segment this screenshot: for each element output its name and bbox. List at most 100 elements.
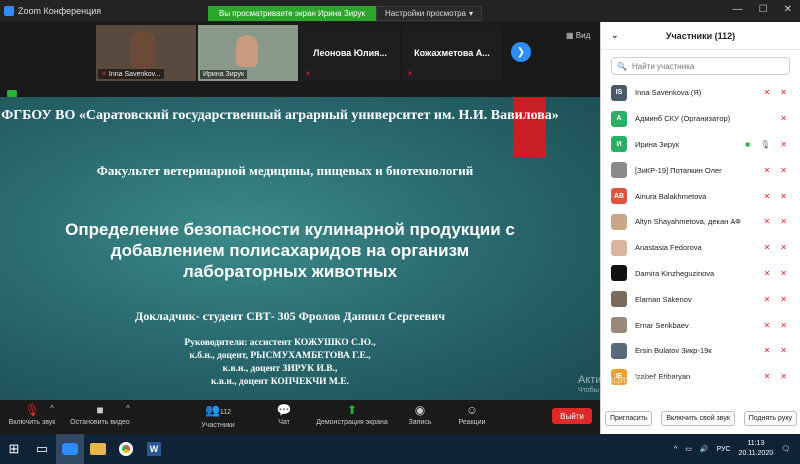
mic-muted-icon: ✕ xyxy=(763,88,771,98)
participants-button[interactable]: 👥112 Участники xyxy=(194,403,242,429)
record-button[interactable]: ◉ Запись xyxy=(404,403,436,426)
start-windows-icon[interactable]: ⊞ xyxy=(0,434,28,464)
avatar: AB xyxy=(611,188,627,205)
taskbar-chrome[interactable] xyxy=(112,434,140,464)
taskbar-explorer[interactable] xyxy=(84,434,112,464)
thumb-status: ✕ xyxy=(302,69,314,79)
chrome-icon xyxy=(119,442,133,456)
maximize-icon[interactable]: ☐ xyxy=(759,4,768,15)
view-button[interactable]: ▦ Вид xyxy=(566,31,590,40)
stop-video-button[interactable]: ■ Остановить видео xyxy=(66,403,134,426)
participant-search[interactable]: 🔍 xyxy=(611,57,790,75)
video-thumb-leonova[interactable]: Леонова Юлия... ✕ xyxy=(300,25,400,81)
participant-name: Izabel' Etibaryan xyxy=(635,372,691,382)
video-thumb-kozhakhmetova[interactable]: Кожахметова А... ✕ xyxy=(402,25,502,81)
mic-muted-icon: ✕ xyxy=(763,320,771,330)
audio-options-caret-icon[interactable]: ^ xyxy=(50,404,54,413)
network-icon[interactable]: ▭ xyxy=(685,445,692,453)
windows-taskbar: ⊞ ▭ W ^ ▭ 🔊 РУС 11:13 20.11.2020 🗨 xyxy=(0,434,800,464)
mic-muted-icon: ✕ xyxy=(763,346,771,356)
raise-hand-button[interactable]: Поднять руку xyxy=(743,410,797,426)
participant-search-input[interactable] xyxy=(631,61,782,71)
avatar xyxy=(611,239,627,256)
sharing-screen-icon: ■ xyxy=(745,139,751,149)
participant-name: Altyn Shayahmetova, декан АФ xyxy=(635,217,741,227)
notifications-icon[interactable]: 🗨 xyxy=(781,445,790,453)
tray-chevron-up-icon[interactable]: ^ xyxy=(674,446,677,453)
participants-count: 112 xyxy=(219,409,232,416)
participant-name: Ersin Bulatov Зикр-19к xyxy=(635,346,712,356)
participants-panel-header: ⌄ Участники (112) xyxy=(601,22,800,50)
mic-muted-icon: ✕ xyxy=(763,268,771,278)
app-title: Zoom Конференция xyxy=(4,6,101,16)
mic-muted-icon: ✕ xyxy=(305,71,311,78)
slide-speaker: Докладчик- студент СВТ- 305 Фролов Дании… xyxy=(135,309,445,323)
participant-status: ✕ ✕ xyxy=(764,243,787,252)
language-indicator[interactable]: РУС xyxy=(717,446,731,453)
collapse-chevron-icon[interactable]: ⌄ xyxy=(611,30,619,41)
participant-row[interactable]: AB Ainura Balakhmetova ✕ ✕ xyxy=(601,183,800,209)
meeting-toolbar: 🎙 Включить звук ^ ■ Остановить видео ^ 👥… xyxy=(0,400,600,434)
record-icon: ◉ xyxy=(414,403,426,417)
video-options-caret-icon[interactable]: ^ xyxy=(126,404,130,413)
chevron-down-icon: ▾ xyxy=(469,9,474,18)
smiley-icon: ☺ xyxy=(465,403,479,417)
chat-button[interactable]: 💬 Чат xyxy=(272,403,296,426)
unmute-self-button[interactable]: Включить свой звук xyxy=(661,410,735,426)
grid-icon: ▦ xyxy=(566,31,574,40)
participant-name: Damira Kinzheguzinova xyxy=(635,268,715,278)
participant-row[interactable]: И Ирина Зирук ■ 🎙 ✕ xyxy=(601,132,800,158)
slide-red-accent xyxy=(513,97,546,157)
view-settings-button[interactable]: Настройки просмотра ▾ xyxy=(376,6,482,21)
participant-row[interactable]: IE Izabel' Etibaryan ✕ ✕ xyxy=(601,364,800,390)
reactions-button[interactable]: ☺ Реакции xyxy=(454,403,490,426)
video-off-icon: ✕ xyxy=(780,165,787,175)
title-bar: Zoom Конференция Вы просматриваете экран… xyxy=(0,0,800,22)
minimize-icon[interactable]: — xyxy=(733,4,743,15)
participant-status: ✕ ✕ xyxy=(764,217,787,226)
participant-list: IS Inna Savenkova (Я) ✕ ✕ А Админб СКУ (Орган… xyxy=(601,80,800,398)
zoom-app-icon xyxy=(62,443,78,455)
taskbar-word[interactable]: W xyxy=(140,434,168,464)
participant-status: ✕ ✕ xyxy=(764,166,787,175)
search-icon: 🔍 xyxy=(617,61,627,71)
invite-button[interactable]: Пригласить xyxy=(605,410,653,426)
taskbar-zoom[interactable] xyxy=(56,434,84,464)
volume-icon[interactable]: 🔊 xyxy=(700,445,709,453)
thumb-big-name: Леонова Юлия... xyxy=(313,48,387,58)
thumb-name: Ирина Зирук xyxy=(200,70,248,79)
slide-organization: ФГБОУ ВО «Саратовский государственный аг… xyxy=(1,108,559,123)
share-banner: Вы просматриваете экран Ирина Зирук xyxy=(208,6,376,21)
participant-row[interactable]: А Админб СКУ (Организатор) ✕ xyxy=(601,106,800,132)
video-off-icon: ✕ xyxy=(780,191,787,201)
video-thumb-irina[interactable]: Ирина Зирук xyxy=(198,25,298,81)
participant-row[interactable]: IS Inna Savenkova (Я) ✕ ✕ xyxy=(601,80,800,106)
slide-supervisors: Руководители: ассистент КОЖУШКО С.Ю., к.… xyxy=(184,338,376,387)
leave-meeting-button[interactable]: Выйти xyxy=(552,408,592,424)
participant-row[interactable]: Damira Kinzheguzinova ✕ ✕ xyxy=(601,261,800,287)
avatar xyxy=(611,342,627,359)
mic-muted-icon: ✕ xyxy=(763,372,771,382)
word-icon: W xyxy=(147,442,161,456)
next-page-arrow-icon[interactable]: ❯ xyxy=(511,42,531,62)
participant-status: ✕ ✕ xyxy=(764,192,787,201)
participant-row[interactable]: Elaman Sakenov ✕ ✕ xyxy=(601,286,800,312)
participant-row[interactable]: [ЗиКР-19] Потапкин Олег ✕ ✕ xyxy=(601,157,800,183)
participant-row[interactable]: Ersin Bulatov Зикр-19к ✕ ✕ xyxy=(601,338,800,364)
view-settings-label: Настройки просмотра xyxy=(384,9,466,18)
share-screen-button[interactable]: ⬆ Демонстрация экрана xyxy=(312,403,392,426)
mic-muted-icon: ✕ xyxy=(101,71,107,78)
video-off-icon: ✕ xyxy=(780,372,787,382)
participant-row[interactable]: Anastasia Fedorova ✕ ✕ xyxy=(601,235,800,261)
clock[interactable]: 11:13 20.11.2020 xyxy=(739,439,774,459)
folder-icon xyxy=(90,443,106,455)
thumb-status: ✕ xyxy=(404,69,416,79)
video-off-icon: ✕ xyxy=(780,320,787,330)
participant-row[interactable]: Altyn Shayahmetova, декан АФ ✕ ✕ xyxy=(601,209,800,235)
slide-faculty: Факультет ветеринарной медицины, пищевых… xyxy=(96,163,474,178)
task-view-icon[interactable]: ▭ xyxy=(28,434,56,464)
participant-row[interactable]: Ernar Serikbaev ✕ ✕ xyxy=(601,312,800,338)
close-icon[interactable]: ✕ xyxy=(784,4,792,15)
video-off-icon: ✕ xyxy=(780,217,787,227)
video-thumb-inna[interactable]: ✕ Inna Savenkov... xyxy=(96,25,196,81)
